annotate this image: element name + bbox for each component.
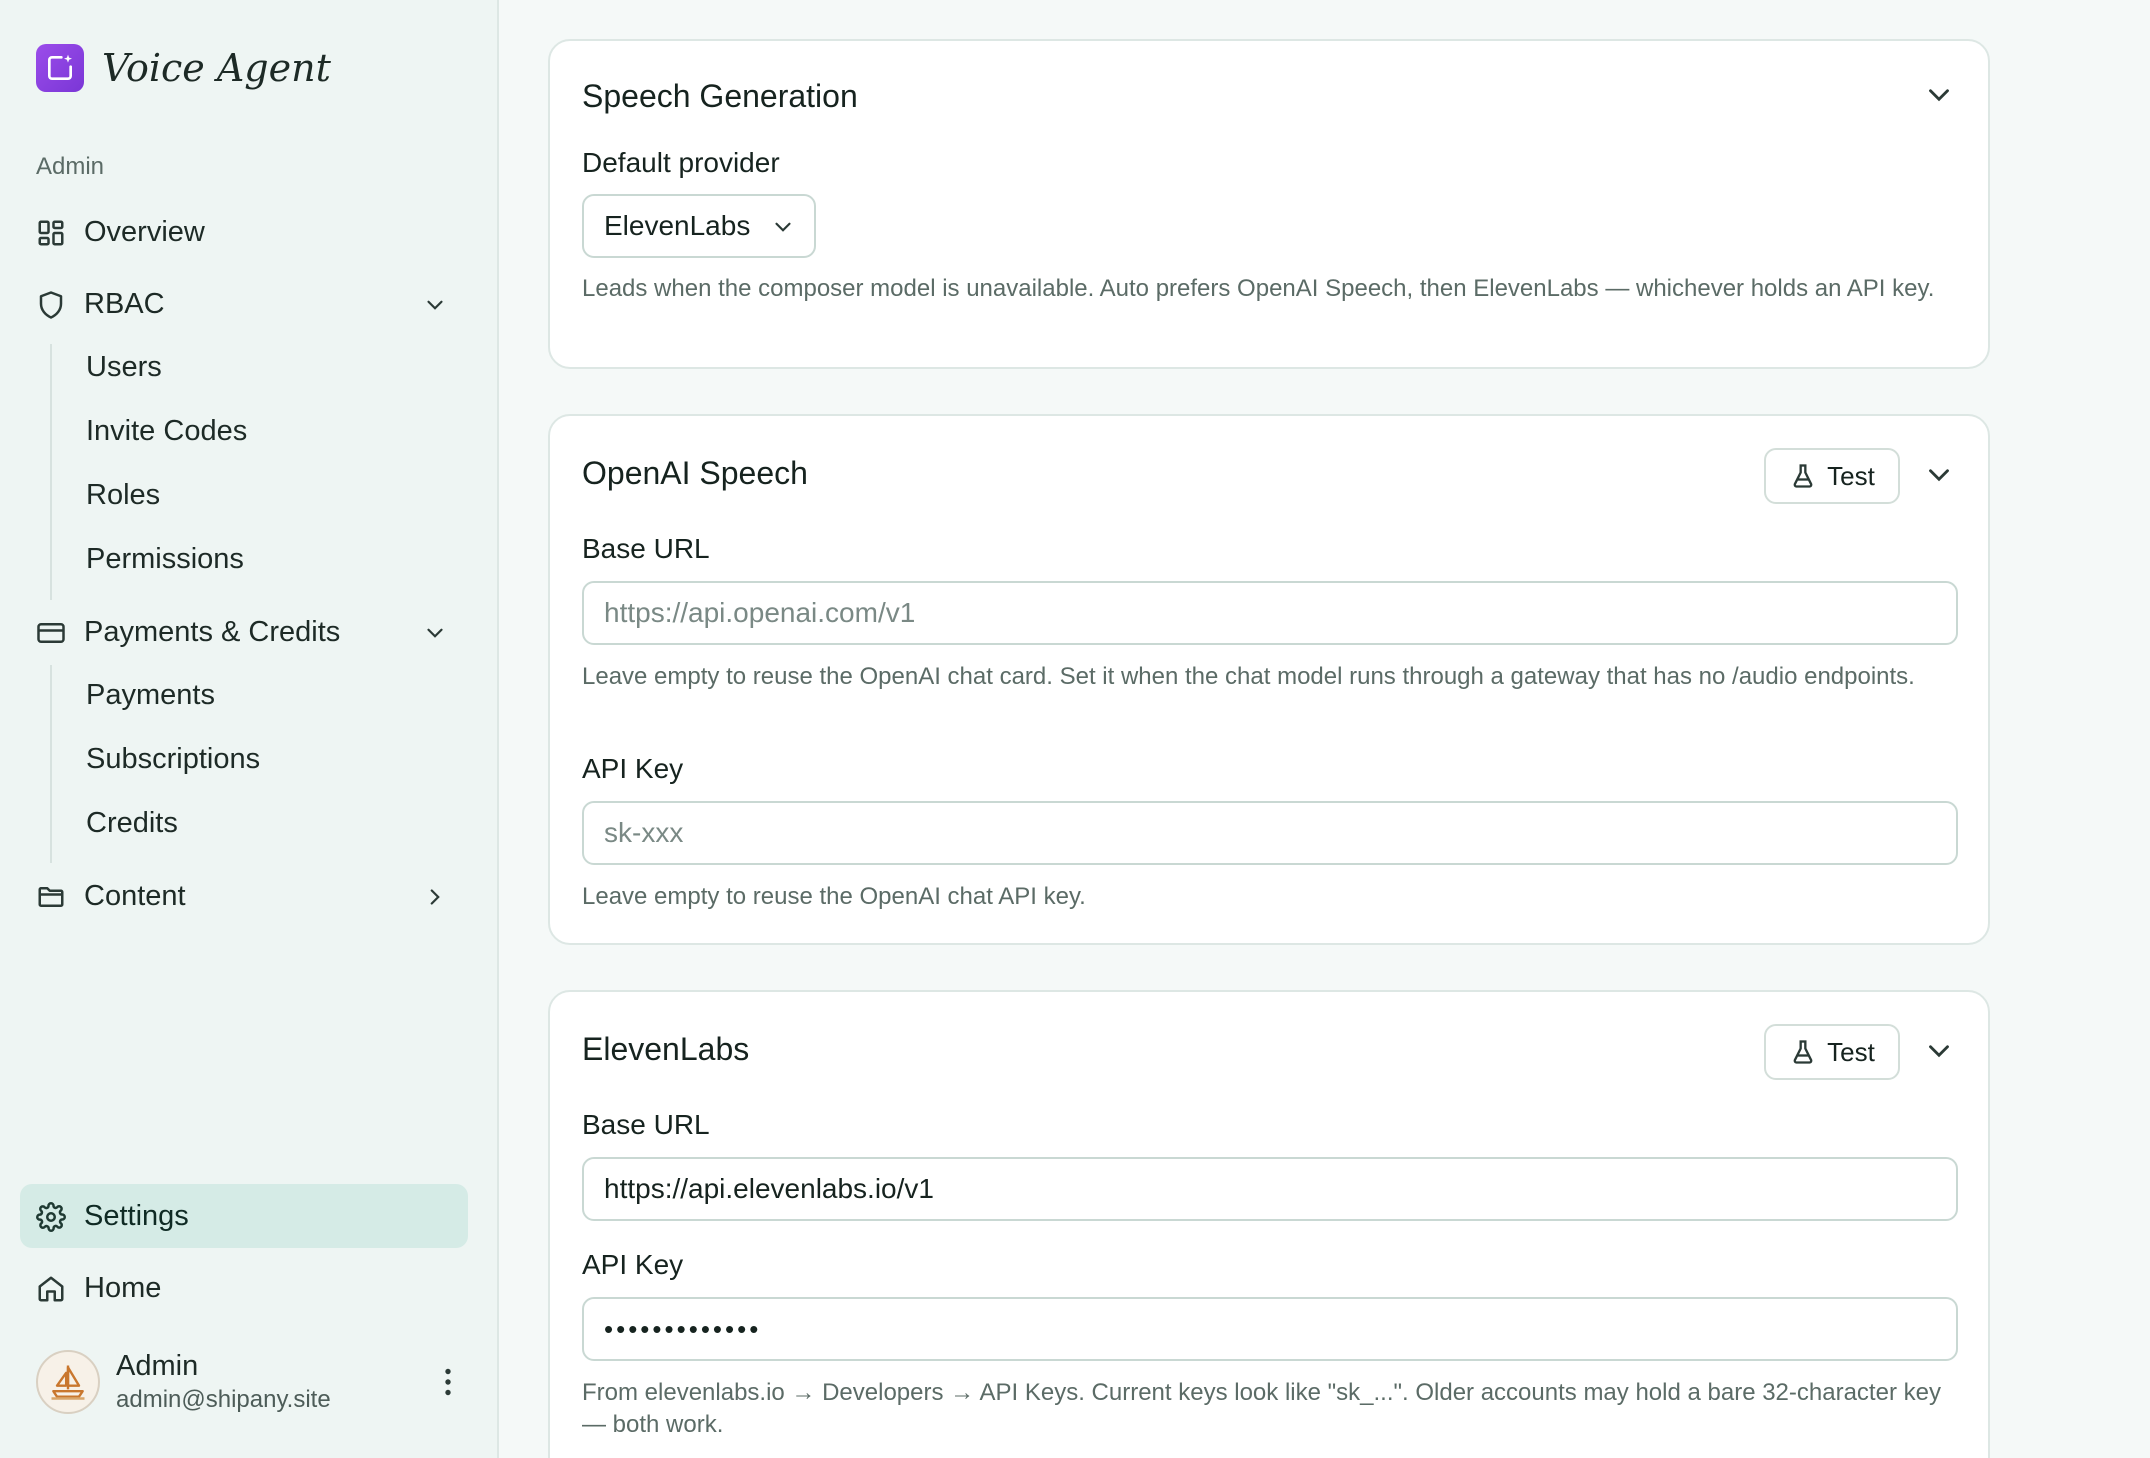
grid-icon [38,220,64,246]
sidebar-item-label: Settings [84,1199,189,1232]
sidebar-item-content[interactable]: Content [20,864,468,928]
sidebar-item-invite-codes[interactable]: Invite Codes [86,411,247,451]
card-title: ElevenLabs [582,1031,750,1067]
sidebar-item-home[interactable]: Home [20,1256,468,1320]
app-logo-icon [36,44,84,92]
api-key-placeholder: sk-xxx [604,817,684,848]
test-button-label: Test [1827,1036,1875,1067]
chevron-down-icon [775,222,791,232]
speech-generation-card: Speech Generation Default provider Eleve… [548,39,1990,369]
api-key-help: Leave empty to reuse the OpenAI chat API… [582,883,1086,910]
default-provider-help: Leads when the composer model is unavail… [582,275,1935,302]
folder-icon [38,887,64,907]
user-email: admin@shipany.site [116,1386,331,1413]
sidebar-item-subscriptions[interactable]: Subscriptions [86,739,260,779]
chevron-down-icon [427,628,443,638]
openai-test-button[interactable]: Test [1764,448,1900,504]
sidebar-item-roles[interactable]: Roles [86,475,160,515]
sidebar-item-label: Overview [84,215,205,248]
sailboat-icon [51,1365,85,1400]
avatar [36,1350,100,1414]
brand[interactable]: Voice Agent [36,44,331,92]
sidebar-item-payments-credits[interactable]: Payments & Credits [20,600,468,664]
sidebar-item-rbac[interactable]: RBAC [20,272,468,336]
base-url-label: Base URL [582,1109,710,1140]
api-key-help: From elevenlabs.io → Developers → API Ke… [582,1379,1941,1438]
base-url-value: https://api.elevenlabs.io/v1 [604,1173,934,1204]
elevenlabs-test-button[interactable]: Test [1764,1024,1900,1080]
sidebar-item-permissions[interactable]: Permissions [86,539,244,579]
flask-icon [1793,1040,1813,1064]
sidebar-item-overview[interactable]: Overview [20,200,468,264]
default-provider-value: ElevenLabs [604,210,751,241]
sidebar: Voice Agent Admin Overview RBAC Users In… [0,0,499,1458]
more-vertical-icon[interactable] [430,1364,466,1400]
elevenlabs-api-key-input[interactable]: ••••••••••••• [582,1297,1958,1361]
chevron-down-icon[interactable] [1922,458,1956,492]
api-key-masked-value: ••••••••••••• [604,1313,762,1344]
openai-speech-card: OpenAI Speech Test Base URL https://api.… [548,414,1990,945]
openai-api-key-input[interactable]: sk-xxx [582,801,1958,865]
user-profile[interactable]: Admin admin@shipany.site [36,1350,466,1420]
sidebar-item-users[interactable]: Users [86,347,162,387]
elevenlabs-base-url-input[interactable]: https://api.elevenlabs.io/v1 [582,1157,1958,1221]
sidebar-section-label: Admin [36,153,105,180]
api-key-label: API Key [582,1249,684,1280]
elevenlabs-card: ElevenLabs Test Base URL https://api.ele… [548,990,1990,1458]
chevron-down-icon[interactable] [1922,1034,1956,1068]
rbac-subnav: Users Invite Codes Roles Permissions [50,344,247,600]
base-url-label: Base URL [582,533,710,564]
home-icon [38,1276,64,1302]
gear-icon [36,1202,66,1232]
sidebar-item-label: Payments & Credits [84,615,341,648]
chevron-right-icon [430,889,440,905]
user-name: Admin [116,1350,199,1382]
app-name: Voice Agent [102,46,331,90]
test-button-label: Test [1827,460,1875,491]
shield-icon [39,291,63,319]
flask-icon [1793,464,1813,488]
base-url-placeholder: https://api.openai.com/v1 [604,597,916,628]
sidebar-item-label: Home [84,1271,162,1304]
default-provider-label: Default provider [582,147,780,178]
card-title: Speech Generation [582,78,858,114]
sidebar-item-settings[interactable]: Settings [20,1184,468,1248]
api-key-label: API Key [582,753,684,784]
credit-card-icon [37,623,65,643]
payments-subnav: Payments Subscriptions Credits [50,665,260,863]
sidebar-item-label: RBAC [84,287,165,320]
sidebar-item-payments[interactable]: Payments [86,675,215,715]
chevron-down-icon [427,300,443,310]
card-title: OpenAI Speech [582,455,808,491]
base-url-help: Leave empty to reuse the OpenAI chat car… [582,663,1915,690]
sidebar-item-credits[interactable]: Credits [86,803,178,843]
chevron-down-icon[interactable] [1922,78,1956,112]
sidebar-item-label: Content [84,879,186,912]
default-provider-select[interactable]: ElevenLabs [582,194,816,258]
openai-base-url-input[interactable]: https://api.openai.com/v1 [582,581,1958,645]
